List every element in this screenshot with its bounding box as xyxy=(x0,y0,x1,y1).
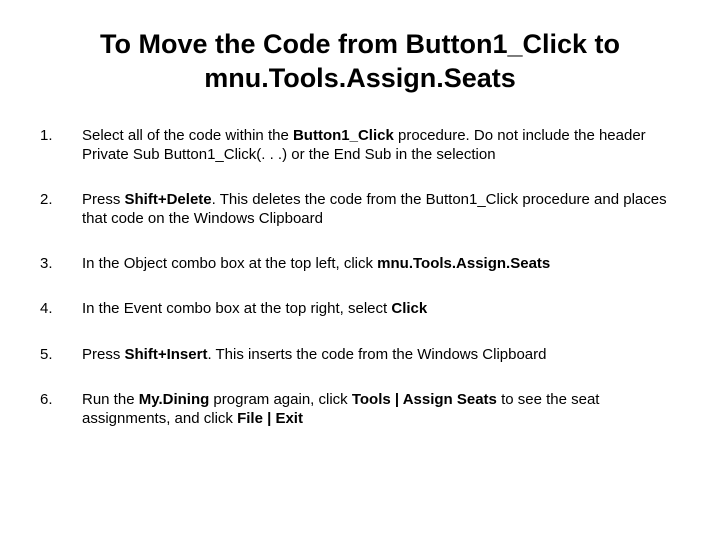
title-line-1: To Move the Code from Button1_Click to xyxy=(100,29,620,59)
list-item: In the Object combo box at the top left,… xyxy=(40,254,680,273)
step-text: Select all of the code within the Button… xyxy=(82,127,646,163)
steps-list: Select all of the code within the Button… xyxy=(40,126,680,429)
step-text: In the Object combo box at the top left,… xyxy=(82,255,550,272)
list-item: Press Shift+Insert. This inserts the cod… xyxy=(40,345,680,364)
slide-title: To Move the Code from Button1_Click to m… xyxy=(40,28,680,96)
list-item: In the Event combo box at the top right,… xyxy=(40,299,680,318)
step-text: Run the My.Dining program again, click T… xyxy=(82,391,599,427)
step-text: In the Event combo box at the top right,… xyxy=(82,300,427,317)
step-text: Press Shift+Insert. This inserts the cod… xyxy=(82,346,547,363)
list-item: Run the My.Dining program again, click T… xyxy=(40,390,680,428)
list-item: Select all of the code within the Button… xyxy=(40,126,680,164)
step-text: Press Shift+Delete. This deletes the cod… xyxy=(82,191,667,227)
list-item: Press Shift+Delete. This deletes the cod… xyxy=(40,190,680,228)
title-line-2: mnu.Tools.Assign.Seats xyxy=(204,63,516,93)
